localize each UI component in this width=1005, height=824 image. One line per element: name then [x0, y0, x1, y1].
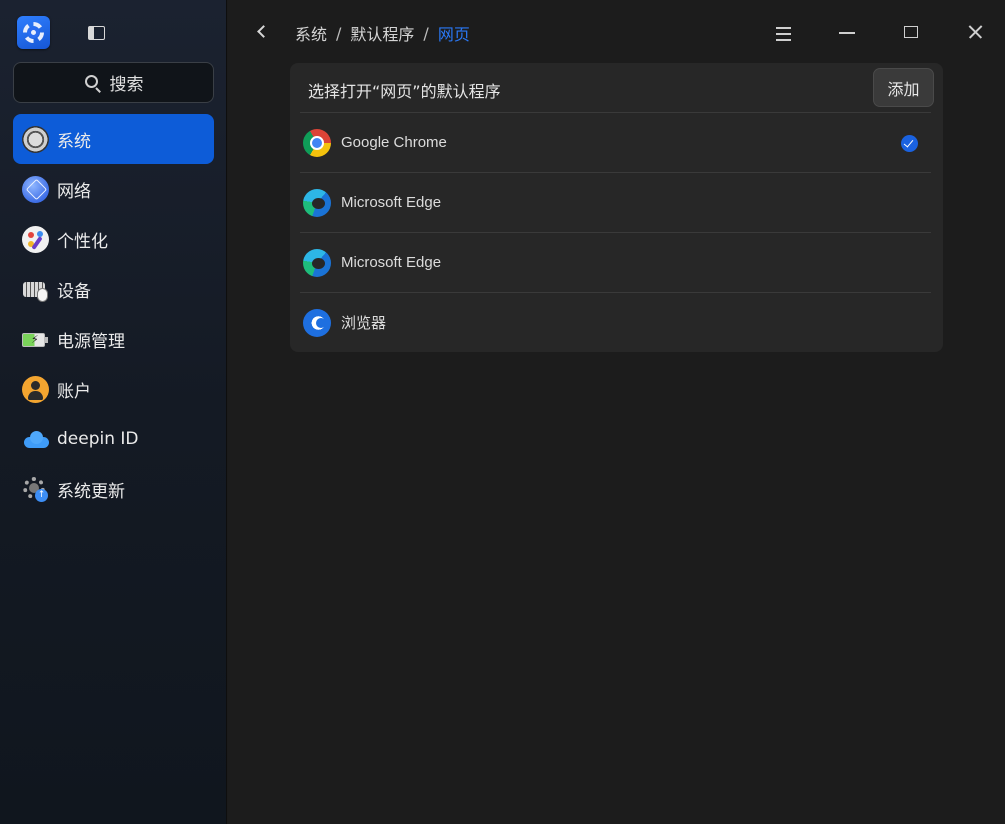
panel-title: 选择打开“网页”的默认程序	[308, 82, 501, 101]
sidebar-item-label: 网络	[57, 181, 91, 202]
back-button[interactable]	[250, 20, 274, 44]
system-icon	[22, 125, 49, 153]
app-name: Microsoft Edge	[341, 194, 442, 211]
app-name: 浏览器	[341, 315, 387, 332]
breadcrumb: 系统 / 默认程序 / 网页	[295, 21, 470, 45]
checkmark-icon	[901, 135, 918, 152]
breadcrumb-separator: /	[336, 23, 342, 43]
add-button[interactable]: 添加	[873, 68, 934, 107]
sidebar-item-label: 电源管理	[57, 331, 125, 352]
sidebar-item-personalization[interactable]: 个性化	[13, 214, 214, 264]
app-row-browser[interactable]: 浏览器	[300, 292, 931, 352]
cloud-icon	[22, 426, 49, 453]
sidebar-nav: 系统 网络 个性化 设备 ⚡ 电源管理 账户 deepin ID ↑ 系统更新	[13, 114, 214, 514]
power-icon: ⚡	[22, 326, 49, 353]
breadcrumb-item-system[interactable]: 系统	[295, 21, 327, 45]
sidebar-item-device[interactable]: 设备	[13, 264, 214, 314]
sidebar-item-label: 系统	[57, 131, 91, 152]
sidebar-item-deepin-id[interactable]: deepin ID	[13, 414, 214, 464]
panel-header: 选择打开“网页”的默认程序 添加	[290, 63, 943, 113]
personalization-icon	[22, 225, 49, 253]
control-center-app-icon	[17, 16, 50, 49]
sidebar-item-system[interactable]: 系统	[13, 114, 214, 164]
update-icon: ↑	[22, 476, 49, 503]
sidebar-item-label: deepin ID	[57, 429, 139, 449]
sidebar-item-account[interactable]: 账户	[13, 364, 214, 414]
maximize-button[interactable]	[896, 17, 926, 47]
breadcrumb-separator: /	[423, 23, 429, 43]
breadcrumb-item-default-apps[interactable]: 默认程序	[350, 21, 414, 45]
app-list: Google Chrome Microsoft Edge Microsoft E…	[300, 112, 931, 352]
sidebar-item-power[interactable]: ⚡ 电源管理	[13, 314, 214, 364]
search-icon	[84, 74, 102, 93]
edge-icon	[303, 188, 331, 217]
sidebar-toggle-button[interactable]	[85, 22, 109, 44]
account-icon	[22, 375, 49, 403]
settings-window: 搜索 系统 网络 个性化 设备 ⚡ 电源管理 账户 deepin ID ↑ 系统…	[0, 0, 1005, 824]
sidebar-item-label: 个性化	[57, 231, 108, 252]
sidebar-item-network[interactable]: 网络	[13, 164, 214, 214]
search-input[interactable]: 搜索	[13, 62, 214, 103]
browser-icon	[303, 308, 331, 337]
edge-icon	[303, 248, 331, 277]
app-row-microsoft-edge-2[interactable]: Microsoft Edge	[300, 232, 931, 292]
sidebar-item-label: 账户	[57, 381, 91, 402]
app-row-google-chrome[interactable]: Google Chrome	[300, 112, 931, 172]
breadcrumb-current: 网页	[437, 25, 470, 44]
sidebar: 搜索 系统 网络 个性化 设备 ⚡ 电源管理 账户 deepin ID ↑ 系统…	[0, 0, 227, 824]
search-placeholder: 搜索	[109, 75, 144, 95]
app-name: Google Chrome	[341, 134, 447, 151]
chrome-icon	[303, 128, 331, 157]
device-icon	[22, 276, 49, 303]
close-button[interactable]	[960, 17, 990, 47]
sidebar-item-label: 系统更新	[57, 481, 125, 502]
main-content: 系统 / 默认程序 / 网页 选择打开“网页”的默认程序 添加 Google C…	[228, 0, 1005, 824]
minimize-button[interactable]	[832, 17, 862, 47]
network-icon	[22, 175, 49, 203]
chevron-left-icon	[257, 25, 270, 38]
default-app-panel: 选择打开“网页”的默认程序 添加 Google Chrome Microsoft…	[290, 63, 943, 352]
titlebar: 系统 / 默认程序 / 网页	[228, 0, 1005, 62]
app-name: Microsoft Edge	[341, 254, 442, 271]
sidebar-item-update[interactable]: ↑ 系统更新	[13, 464, 214, 514]
sidebar-item-label: 设备	[57, 281, 91, 302]
app-row-microsoft-edge[interactable]: Microsoft Edge	[300, 172, 931, 232]
menu-button[interactable]	[768, 17, 798, 47]
